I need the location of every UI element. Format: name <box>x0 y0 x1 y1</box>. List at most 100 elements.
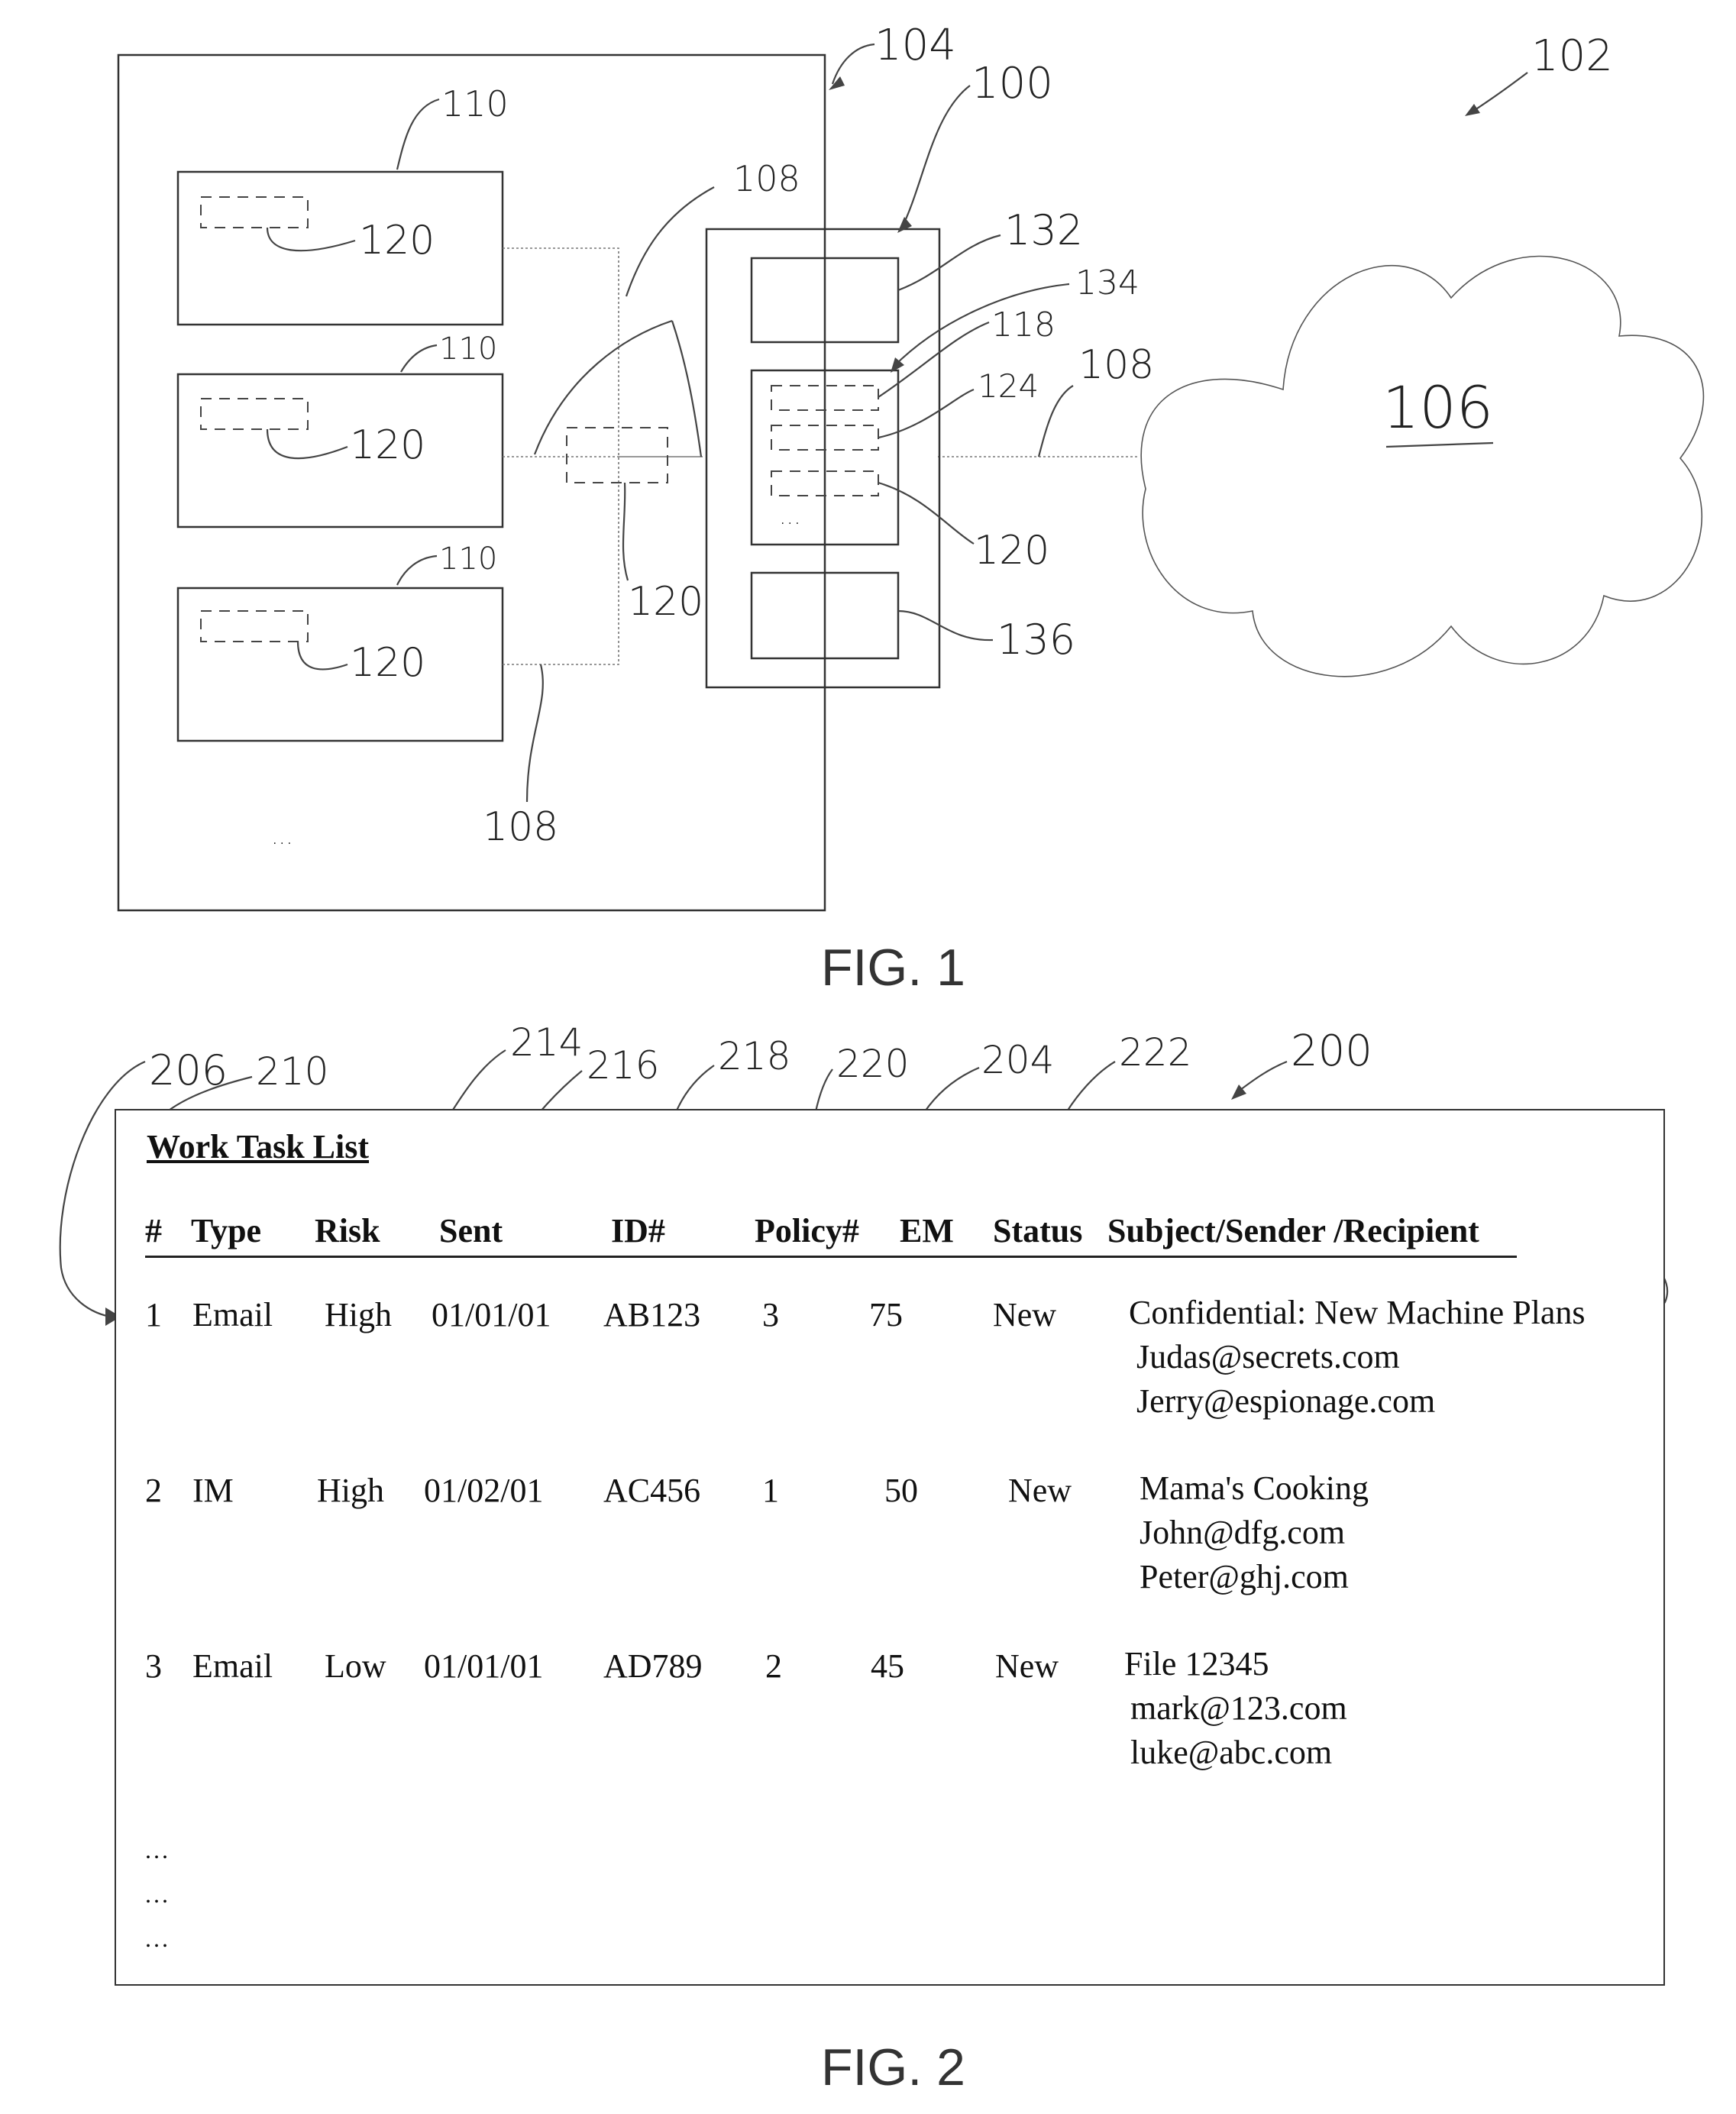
ref-108: 108 <box>483 804 558 850</box>
fig2-caption: FIG. 2 <box>821 2038 965 2096</box>
message-placeholder <box>200 398 309 430</box>
col-header-num[interactable]: # <box>145 1211 162 1250</box>
ref-104: 104 <box>874 21 956 70</box>
ref-100: 100 <box>971 59 1053 108</box>
row-type: Email <box>192 1296 273 1333</box>
row-risk: High <box>317 1472 384 1509</box>
row-id: AC456 <box>603 1472 701 1509</box>
row-em: 50 <box>884 1472 918 1509</box>
col-header-id[interactable]: ID# <box>611 1211 665 1250</box>
clients-ellipsis: ... <box>271 823 293 850</box>
col-header-type[interactable]: Type <box>191 1211 261 1250</box>
row-status: New <box>995 1647 1059 1685</box>
row-id: AD789 <box>603 1647 703 1685</box>
row-risk: Low <box>325 1647 386 1685</box>
table-row[interactable]: 2 IM High 01/02/01 AC456 1 50 New Mama's… <box>145 1469 1596 1616</box>
ref-134: 134 <box>1075 263 1140 302</box>
ref-220: 220 <box>836 1042 909 1086</box>
leader-108 <box>533 319 673 455</box>
enterprise-boundary <box>117 53 826 912</box>
ref-218: 218 <box>718 1034 790 1078</box>
row-status: New <box>1008 1472 1072 1509</box>
col-header-em[interactable]: EM <box>900 1211 954 1250</box>
table-row[interactable]: 3 Email Low 01/01/01 AD789 2 45 New File… <box>145 1645 1596 1792</box>
leader-110 <box>400 344 438 373</box>
ref-124: 124 <box>978 367 1039 405</box>
col-header-sent[interactable]: Sent <box>439 1211 503 1250</box>
row-subject: Confidential: New Machine Plans <box>1129 1294 1586 1331</box>
store-ellipsis: ... <box>779 503 801 530</box>
client-box <box>176 170 504 326</box>
row-policy: 1 <box>762 1472 779 1509</box>
work-task-list-panel: Work Task List # Type Risk Sent ID# Poli… <box>115 1109 1665 1986</box>
leader-120 <box>622 482 629 581</box>
ref-110: 110 <box>439 331 497 367</box>
col-header-policy[interactable]: Policy# <box>755 1211 859 1250</box>
row-sent: 01/01/01 <box>432 1296 551 1333</box>
row-sender[interactable]: mark@123.com <box>1130 1686 1347 1731</box>
col-header-status[interactable]: Status <box>993 1211 1082 1250</box>
row-subject: Mama's Cooking <box>1140 1469 1369 1507</box>
leader-108 <box>525 664 544 803</box>
leader-100 <box>900 85 971 230</box>
ref-102: 102 <box>1531 31 1613 81</box>
leader-124 <box>878 388 975 439</box>
arrow-icon <box>1465 104 1480 116</box>
message-placeholder <box>200 196 309 228</box>
client-box <box>176 373 504 528</box>
message-placeholder <box>200 610 309 642</box>
leader-110 <box>396 98 440 170</box>
client-box <box>176 587 504 742</box>
row-num: 3 <box>145 1647 162 1685</box>
row-sender[interactable]: Judas@secrets.com <box>1136 1335 1400 1379</box>
row-type: Email <box>192 1647 273 1685</box>
message-in-transit <box>566 427 668 483</box>
leader-102 <box>1469 72 1528 114</box>
row-sent: 01/02/01 <box>424 1472 544 1509</box>
cloud-label: 106 <box>1382 373 1493 441</box>
ref-108: 108 <box>733 158 800 199</box>
leader-108 <box>625 186 715 297</box>
ref-120: 120 <box>359 218 435 263</box>
leader-120 <box>266 428 348 460</box>
row-sent: 01/01/01 <box>424 1647 544 1685</box>
fig1-diagram: ... 106 ... 104 100 102 110 110 110 120 … <box>117 21 1705 997</box>
leader-132 <box>897 234 1001 292</box>
ref-132: 132 <box>1004 206 1083 254</box>
ref-214: 214 <box>510 1020 583 1065</box>
leader-120 <box>266 227 356 252</box>
leader-200 <box>1237 1060 1288 1093</box>
ref-108: 108 <box>1078 342 1154 388</box>
leader-108 <box>671 320 703 457</box>
row-num: 2 <box>145 1472 162 1509</box>
row-recipient[interactable]: Peter@ghj.com <box>1140 1555 1349 1599</box>
more-rows-ellipsis: ... <box>145 1836 170 1863</box>
row-policy: 3 <box>762 1296 779 1333</box>
row-recipient[interactable]: luke@abc.com <box>1130 1731 1332 1775</box>
row-em: 45 <box>871 1647 904 1685</box>
ref-204: 204 <box>981 1038 1054 1082</box>
leader-136 <box>897 609 994 642</box>
col-header-subject-sender-recipient[interactable]: Subject/Sender /Recipient <box>1107 1211 1479 1250</box>
row-policy: 2 <box>765 1647 782 1685</box>
connection-line <box>503 457 619 665</box>
leader-120 <box>296 641 348 671</box>
ref-136: 136 <box>997 616 1075 664</box>
connection-line <box>503 247 703 457</box>
row-id: AB123 <box>603 1296 701 1333</box>
leader-108 <box>1037 385 1074 457</box>
cloud-label-underline <box>1385 441 1494 448</box>
row-sender[interactable]: John@dfg.com <box>1140 1511 1345 1555</box>
row-em: 75 <box>869 1296 903 1333</box>
row-recipient[interactable]: Jerry@espionage.com <box>1136 1379 1435 1424</box>
more-rows-ellipsis: ... <box>145 1925 170 1952</box>
ref-118: 118 <box>991 305 1056 344</box>
ref-200: 200 <box>1291 1026 1372 1076</box>
more-rows-ellipsis: ... <box>145 1880 170 1908</box>
ref-206: 206 <box>149 1046 228 1094</box>
col-header-risk[interactable]: Risk <box>315 1211 380 1250</box>
table-row[interactable]: 1 Email High 01/01/01 AB123 3 75 New Con… <box>145 1294 1596 1440</box>
ref-120: 120 <box>974 528 1049 574</box>
row-type: IM <box>192 1472 234 1509</box>
work-task-list-title: Work Task List <box>147 1128 370 1165</box>
